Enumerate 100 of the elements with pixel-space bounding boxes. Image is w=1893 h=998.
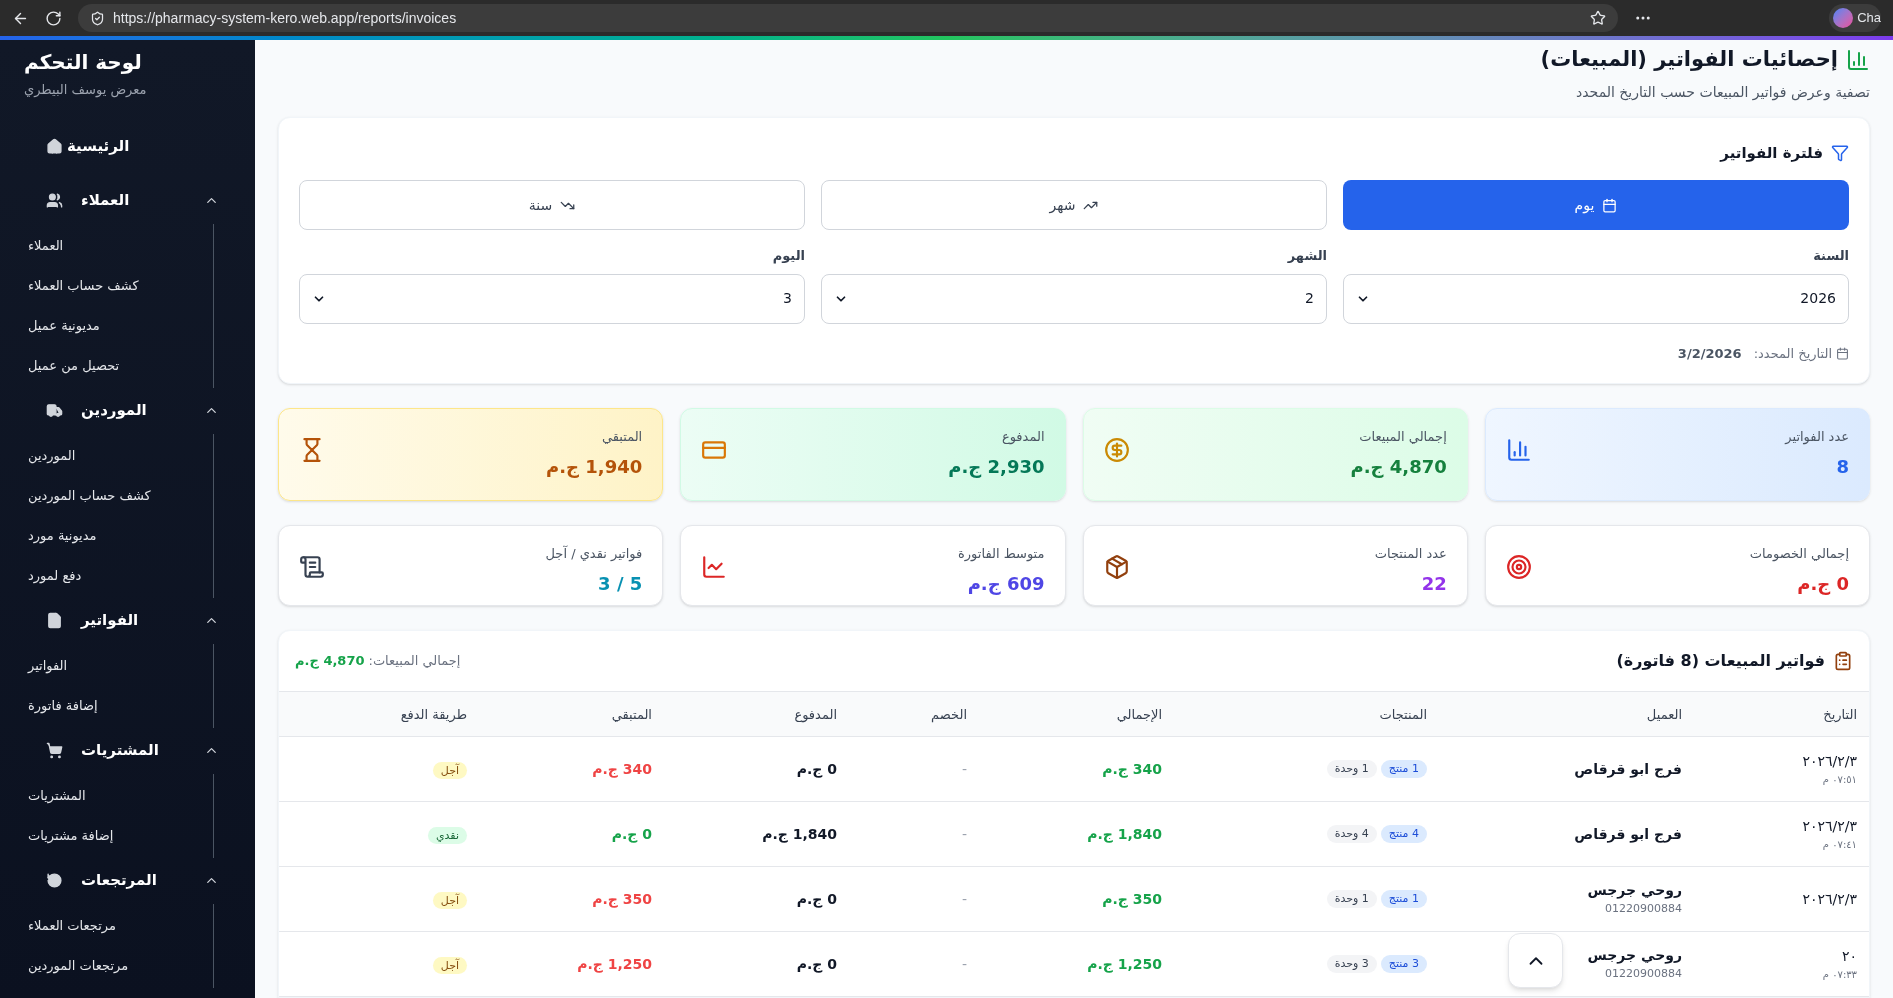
sidebar-item[interactable]: الفواتير xyxy=(28,645,213,686)
sidebar-item[interactable]: إضافة فاتورة xyxy=(28,685,213,726)
stat-icon xyxy=(1103,554,1130,580)
period-tab[interactable]: يوم xyxy=(1343,180,1849,230)
stat-label: المدفوع xyxy=(1000,428,1045,447)
stat-label: عدد المنتجات xyxy=(1374,545,1447,563)
stat-value: 1,940 ج.م xyxy=(546,454,643,480)
total-cell: 350 ج.م xyxy=(1102,891,1162,907)
stat-value: 0 ج.م xyxy=(1796,571,1849,597)
sidebar-item[interactable]: المشتريات xyxy=(28,775,213,816)
group-icon xyxy=(46,192,63,209)
paid-cell: 0 ج.م xyxy=(796,761,837,777)
group-icon xyxy=(46,742,63,759)
invoices-title: فواتير المبيعات (8 فاتورة) xyxy=(1616,650,1825,672)
sidebar-group-header[interactable]: العملاء xyxy=(0,177,255,224)
date-cell-text: ٢٠ xyxy=(1840,947,1857,966)
sidebar-item[interactable]: تحصيل من عميل xyxy=(28,345,213,386)
period-tab[interactable]: سنة xyxy=(299,180,805,230)
tab-icon xyxy=(1602,197,1618,213)
selected-date-label: التاريخ المحدد: xyxy=(1753,344,1832,363)
column-header: المنتجات xyxy=(1379,707,1427,722)
stat-icon xyxy=(1505,437,1532,463)
group-icon xyxy=(46,872,63,889)
sidebar-item[interactable]: العملاء xyxy=(28,225,213,266)
sidebar-item[interactable]: مديونية مورد xyxy=(28,515,213,556)
paid-cell: 1,840 ج.م xyxy=(762,826,837,842)
reload-icon[interactable] xyxy=(45,9,62,27)
remaining-cell: 340 ج.م xyxy=(592,761,652,777)
sidebar-group-header[interactable]: الفواتير xyxy=(0,597,255,644)
payment-badge: نقدي xyxy=(428,827,467,844)
select-label: السنة xyxy=(1812,247,1849,265)
stat-label: فواتير نقدي / آجل xyxy=(545,544,643,564)
select-field[interactable]: 2 xyxy=(821,273,1327,324)
sidebar-item[interactable]: كشف حساب الموردين xyxy=(28,475,213,516)
select-field[interactable]: 3 xyxy=(299,273,805,324)
stat-label: إجمالي الخصومات xyxy=(1749,545,1849,564)
address-bar[interactable]: https://pharmacy-system-kero.web.app/reports/invoices xyxy=(78,4,1618,32)
date-cell-text: ٢٠٢٦/٢/٣ xyxy=(1801,817,1857,836)
discount-cell: - xyxy=(961,956,967,972)
product-count: 1 منتج xyxy=(1380,889,1427,909)
clipboard-icon xyxy=(1833,651,1853,671)
customer-name: روحي جرجس xyxy=(1587,946,1682,966)
unit-count: 3 وحدة xyxy=(1326,954,1377,974)
stat-value: 2,930 ج.م xyxy=(948,454,1045,480)
unit-count: 4 وحدة xyxy=(1326,824,1377,844)
discount-cell: - xyxy=(961,761,967,777)
sidebar-item[interactable]: مديونية عميل xyxy=(28,305,213,346)
paid-cell: 0 ج.م xyxy=(796,956,837,972)
column-header: طريقة الدفع xyxy=(400,707,467,722)
select-label: اليوم xyxy=(771,247,805,266)
profile-button[interactable]: Cha xyxy=(1829,4,1881,32)
customer-name: روحي جرجس xyxy=(1587,881,1682,901)
sidebar-title: لوحة التحكم xyxy=(24,49,143,76)
sidebar-item[interactable]: كشف حساب العملاء xyxy=(28,265,213,306)
date-cell-text: ٢٠٢٦/٢/٣ xyxy=(1801,889,1857,909)
paid-cell: 0 ج.م xyxy=(796,891,837,907)
unit-count: 1 وحدة xyxy=(1326,889,1377,909)
selected-date-value: 3/2/2026 xyxy=(1677,344,1742,363)
sidebar-item[interactable]: الموردين xyxy=(28,435,213,476)
sidebar-group-header[interactable]: الموردين xyxy=(0,387,255,434)
select-field[interactable]: 2026 xyxy=(1343,273,1849,324)
favorite-icon[interactable] xyxy=(1590,10,1606,26)
column-header: المدفوع xyxy=(794,707,837,722)
customer-name: فرج ابو قرقاص xyxy=(1574,759,1682,780)
total-label: إجمالي المبيعات: xyxy=(368,652,461,671)
column-header: المتبقي xyxy=(611,707,652,722)
stat-icon xyxy=(1505,554,1532,580)
unit-count: 1 وحدة xyxy=(1326,759,1377,779)
sidebar-group-header[interactable]: المشتريات xyxy=(0,727,255,774)
time-cell-text: ٠٧:٥١ م xyxy=(1821,773,1857,787)
stat-icon xyxy=(299,554,325,580)
sidebar-group-header[interactable]: المرتجعات xyxy=(0,857,255,904)
stat-value: 5 / 3 xyxy=(597,571,643,596)
total-value: 4,870 ج.م xyxy=(295,652,365,671)
sidebar-subtitle: معرض يوسف البيطري xyxy=(24,81,148,100)
stat-value: 4,870 ج.م xyxy=(1350,454,1447,480)
calendar-icon xyxy=(1836,346,1849,360)
stat-value: 8 xyxy=(1835,454,1849,479)
copilot-icon xyxy=(1833,8,1854,28)
sidebar-item[interactable]: مرتجعات الموردين xyxy=(28,945,213,986)
remaining-cell: 1,250 ج.م xyxy=(577,956,652,972)
chart-icon xyxy=(1846,47,1870,72)
column-header: العميل xyxy=(1646,707,1682,722)
sidebar-item[interactable]: إضافة مشتريات xyxy=(28,815,213,856)
total-cell: 340 ج.م xyxy=(1102,761,1162,777)
period-tab[interactable]: شهر xyxy=(821,180,1327,230)
home-link[interactable]: الرئيسية xyxy=(46,129,255,164)
select-label: الشهر xyxy=(1286,247,1327,265)
sidebar-item[interactable]: مرتجعات العملاء xyxy=(28,905,213,946)
customer-phone: 01220900884 xyxy=(1605,966,1682,983)
column-header: الإجمالي xyxy=(1116,707,1162,722)
total-cell: 1,840 ج.م xyxy=(1087,826,1162,842)
product-count: 3 منتج xyxy=(1380,954,1427,974)
stat-icon xyxy=(701,554,728,580)
site-info-icon xyxy=(90,10,105,26)
stat-label: إجمالي المبيعات xyxy=(1358,428,1447,446)
discount-cell: - xyxy=(961,826,967,842)
column-header: التاريخ xyxy=(1823,707,1857,722)
home-icon xyxy=(46,138,63,155)
sidebar-item[interactable]: دفع لمورد xyxy=(28,555,213,596)
